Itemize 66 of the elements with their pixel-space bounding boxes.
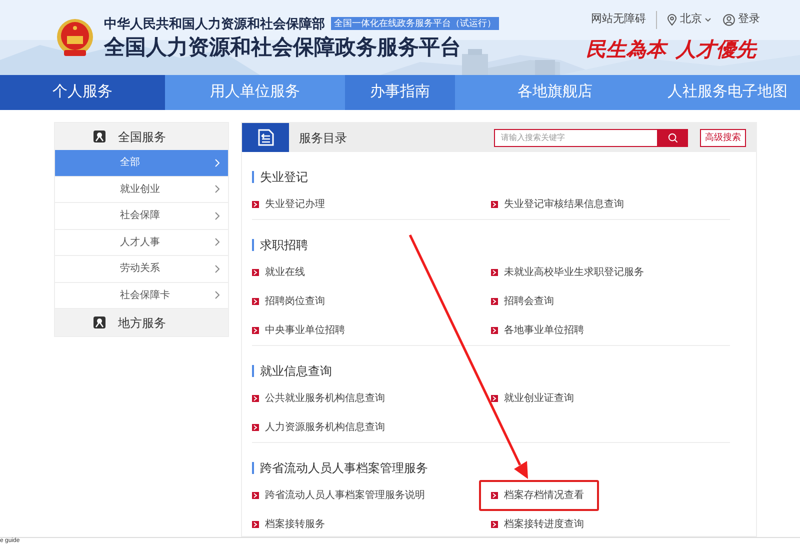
bullet-icon bbox=[491, 298, 498, 305]
caret-icon bbox=[705, 18, 711, 22]
bullet-icon bbox=[252, 395, 259, 402]
sidebar-item[interactable]: 人才人事 bbox=[55, 230, 228, 256]
chevron-icon bbox=[215, 158, 220, 167]
service-link[interactable]: 失业登记审核结果信息查询 bbox=[491, 197, 624, 212]
bullet-icon bbox=[252, 492, 259, 499]
nav-tab[interactable]: 个人服务 bbox=[0, 75, 165, 110]
bullet-icon bbox=[491, 327, 498, 334]
emblem-icon bbox=[56, 18, 94, 58]
bullet-icon bbox=[491, 201, 498, 208]
document-icon bbox=[256, 129, 274, 146]
user-icon bbox=[723, 14, 735, 26]
service-link[interactable]: 就业创业证查询 bbox=[491, 391, 574, 406]
location-link[interactable]: 北京 bbox=[667, 11, 711, 28]
platform-badge: 全国一体化在线政务服务平台（试运行） bbox=[331, 17, 499, 30]
service-link[interactable]: 未就业高校毕业生求职登记服务 bbox=[491, 265, 644, 280]
bullet-icon bbox=[252, 201, 259, 208]
service-link[interactable]: 公共就业服务机构信息查询 bbox=[252, 391, 385, 406]
bullet-icon bbox=[491, 521, 498, 528]
service-link[interactable]: 失业登记办理 bbox=[252, 197, 325, 212]
site-title: 全国人力资源和社会保障政务服务平台 bbox=[104, 35, 462, 62]
service-link[interactable]: 招聘岗位查询 bbox=[252, 294, 325, 309]
login-link[interactable]: 登录 bbox=[723, 11, 760, 28]
service-link[interactable]: 档案接转服务 bbox=[252, 517, 325, 532]
section-title: 就业信息查询 bbox=[260, 363, 332, 380]
chevron-icon bbox=[215, 212, 220, 220]
search-icon bbox=[668, 132, 678, 142]
bullet-icon bbox=[252, 521, 259, 528]
catalog-title: 服务目录 bbox=[299, 130, 347, 146]
bullet-icon bbox=[491, 269, 498, 276]
section-title: 求职招聘 bbox=[260, 237, 308, 254]
bullet-icon bbox=[252, 424, 259, 431]
ministry-name: 中华人民共和国人力资源和社会保障部 bbox=[104, 14, 325, 33]
bullet-icon bbox=[252, 269, 259, 276]
advanced-search-button[interactable]: 高级搜索 bbox=[700, 128, 746, 146]
bullet-icon bbox=[252, 298, 259, 305]
chevron-icon bbox=[215, 185, 220, 194]
group-label: 地方服务 bbox=[118, 314, 166, 332]
service-link[interactable]: 档案存档情况查看 bbox=[479, 480, 599, 511]
service-link[interactable]: 档案接转进度查询 bbox=[491, 517, 584, 532]
chevron-icon bbox=[215, 238, 220, 246]
chevron-icon bbox=[215, 264, 220, 273]
chevron-icon bbox=[215, 291, 220, 300]
section-title: 失业登记 bbox=[260, 169, 308, 186]
section-title: 跨省流动人员人事档案管理服务 bbox=[260, 460, 428, 477]
service-link[interactable]: 各地事业单位招聘 bbox=[491, 323, 584, 338]
service-link[interactable]: 招聘会查询 bbox=[491, 294, 554, 309]
service-link[interactable]: 跨省流动人员人事档案管理服务说明 bbox=[252, 488, 425, 503]
bullet-icon bbox=[491, 492, 498, 499]
bullet-icon bbox=[252, 327, 259, 334]
sidebar-group[interactable]: 地方服务 bbox=[55, 309, 228, 336]
nav-tab[interactable]: 办事指南 bbox=[345, 75, 455, 110]
sidebar-item[interactable]: 社会保障卡 bbox=[55, 282, 228, 309]
location-pin-icon bbox=[667, 14, 677, 26]
service-link[interactable]: 就业在线 bbox=[252, 265, 305, 280]
sidebar-item[interactable]: 就业创业 bbox=[55, 176, 228, 203]
slogan: 民生為本 人才優先 bbox=[586, 38, 758, 62]
accessibility-link[interactable]: 网站无障碍 bbox=[591, 11, 646, 28]
group-label: 全国服务 bbox=[118, 128, 166, 146]
search-button[interactable] bbox=[658, 128, 688, 146]
bullet-icon bbox=[491, 395, 498, 402]
search-field[interactable]: 请输入搜索关键字 bbox=[494, 128, 658, 146]
sidebar-group[interactable]: 全国服务 bbox=[55, 123, 228, 150]
service-link[interactable]: 人力资源服务机构信息查询 bbox=[252, 420, 385, 435]
service-link[interactable]: 中央事业单位招聘 bbox=[252, 323, 345, 338]
